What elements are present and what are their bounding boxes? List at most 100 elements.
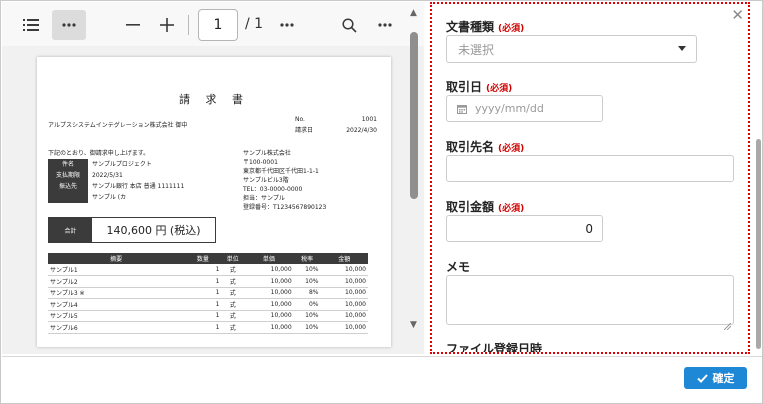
txn-date-label-text: 取引日 <box>446 80 483 94</box>
invoice-no-value: 1001 <box>361 116 377 123</box>
total-label: 合計 <box>49 218 92 242</box>
sender-line: TEL：03-0000-0000 <box>243 186 303 193</box>
table-cell: 式 <box>221 275 245 288</box>
table-cell: 10,000 <box>320 298 368 311</box>
table-header-row: 摘要 数量 単位 単価 税率 金額 <box>48 253 368 264</box>
info-value: 2022/5/31 <box>92 172 123 179</box>
invoice-no-label: No. <box>295 116 305 123</box>
calendar-icon <box>457 104 467 114</box>
registered-date-label: ファイル登録日時 <box>446 342 543 354</box>
column-header: 摘要 <box>48 253 185 264</box>
page-number-input[interactable]: 1 <box>198 9 238 41</box>
table-cell: 10% <box>293 310 321 322</box>
zoom-in-icon[interactable] <box>154 10 180 40</box>
table-cell: サンプル5 <box>48 310 185 322</box>
viewer-toolbar: 1 / 1 <box>2 2 424 46</box>
info-row: サンプル (カ <box>48 192 208 203</box>
sender-line: 〒100-0001 <box>243 159 278 166</box>
required-badge: (必須) <box>498 204 525 214</box>
table-cell: 10,000 <box>320 287 368 299</box>
doc-type-select[interactable]: 未選択 <box>446 35 697 63</box>
resize-handle-icon[interactable] <box>723 315 732 331</box>
confirm-button[interactable]: 確定 <box>684 367 747 389</box>
memo-label: メモ <box>446 260 471 274</box>
more-icon[interactable] <box>274 10 300 40</box>
txn-date-input[interactable]: yyyy/mm/dd <box>446 95 603 122</box>
table-cell: サンプル3 ※ <box>48 287 185 299</box>
scrollbar-thumb[interactable] <box>410 32 418 199</box>
more-icon[interactable] <box>372 10 398 40</box>
table-cell: 10,000 <box>320 264 368 276</box>
table-cell: 10,000 <box>320 275 368 288</box>
info-value: サンプル (カ <box>92 194 127 201</box>
table-cell: 10% <box>293 264 321 276</box>
info-label: 振込先 <box>48 181 88 192</box>
required-badge: (必須) <box>498 144 525 154</box>
table-cell: 1 <box>184 321 222 334</box>
toolbar-divider <box>188 15 189 35</box>
amount-label: 取引金額 (必須) <box>446 198 524 215</box>
zoom-out-icon[interactable] <box>120 10 146 40</box>
table-cell: 10,000 <box>244 298 294 311</box>
viewer-scrollbar[interactable]: ▲ ▼ <box>408 8 420 330</box>
info-value: サンプルプロジェクト <box>92 161 152 168</box>
partner-label-text: 取引先名 <box>446 140 495 154</box>
sender-line: 登録番号：T1234567890123 <box>243 204 327 211</box>
info-row: 支払期限 2022/5/31 <box>48 170 208 181</box>
sender-line: サンプルビル3階 <box>243 177 289 184</box>
table-cell: 式 <box>221 287 245 299</box>
invoice-sender: サンプル株式会社 〒100-0001 東京都千代田区千代田1-1-1 サンプルビ… <box>243 149 326 212</box>
info-label: 件名 <box>48 159 88 170</box>
txn-date-placeholder: yyyy/mm/dd <box>475 102 544 115</box>
check-icon <box>696 373 708 383</box>
invoice-total: 合計 140,600 円 (税込) <box>48 217 216 243</box>
table-cell: サンプル6 <box>48 321 185 334</box>
info-label <box>48 192 88 203</box>
column-header: 税率 <box>293 253 321 264</box>
scroll-up-icon[interactable]: ▲ <box>410 8 417 18</box>
invoice-page: 請 求 書 アルプスシステムインテグレーション株式会社 御中 No. 1001 … <box>37 57 391 347</box>
search-icon[interactable] <box>336 10 362 40</box>
scroll-down-icon[interactable]: ▼ <box>410 320 417 330</box>
sender-line: 担当：サンプル <box>243 195 285 202</box>
txn-date-label: 取引日 (必須) <box>446 78 512 95</box>
table-row: サンプル3 ※ 1 式 10,000 8% 10,000 <box>48 287 368 299</box>
form-scrollbar[interactable] <box>756 139 761 349</box>
table-cell: 10,000 <box>244 287 294 299</box>
table-cell: 式 <box>221 310 245 322</box>
table-cell: 1 <box>184 264 222 276</box>
sender-line: 東京都千代田区千代田1-1-1 <box>243 168 319 175</box>
table-cell: 10,000 <box>244 264 294 276</box>
table-row: サンプル4 1 式 10,000 0% 10,000 <box>48 298 368 311</box>
memo-textarea[interactable] <box>446 275 734 331</box>
table-cell: 0% <box>293 298 321 311</box>
invoice-info: 件名 サンプルプロジェクト 支払期限 2022/5/31 振込先 サンプル銀行 … <box>48 159 208 203</box>
column-header: 金額 <box>320 253 368 264</box>
close-icon[interactable]: ✕ <box>731 8 744 23</box>
invoice-items-table: 摘要 数量 単位 単価 税率 金額 サンプル1 1 式 10,000 10% 1… <box>48 253 368 334</box>
table-cell: 10% <box>293 275 321 288</box>
table-row: サンプル2 1 式 10,000 10% 10,000 <box>48 275 368 288</box>
list-icon[interactable] <box>16 10 46 40</box>
more-icon[interactable] <box>52 10 86 40</box>
table-cell: 10,000 <box>244 275 294 288</box>
total-value: 140,600 円 (税込) <box>106 224 201 237</box>
invoice-title: 請 求 書 <box>179 93 249 106</box>
table-cell: 1 <box>184 287 222 299</box>
table-row: サンプル1 1 式 10,000 10% 10,000 <box>48 264 368 276</box>
partner-input[interactable] <box>446 155 734 182</box>
table-row: サンプル6 1 式 10,000 10% 10,000 <box>48 321 368 334</box>
pdf-viewer: 1 / 1 ▲ ▼ 請 求 書 アルプスシステムインテグレーション株式会社 御中… <box>2 2 424 354</box>
table-cell: 10,000 <box>320 310 368 322</box>
column-header: 単位 <box>221 253 245 264</box>
app-window: 1 / 1 ▲ ▼ 請 求 書 アルプスシステムインテグレーション株式会社 御中… <box>0 0 763 404</box>
amount-input[interactable]: 0 <box>446 215 603 242</box>
column-header: 単価 <box>244 253 294 264</box>
table-cell: サンプル2 <box>48 275 185 288</box>
table-cell: 10,000 <box>244 310 294 322</box>
table-cell: 式 <box>221 298 245 311</box>
info-value: サンプル銀行 本店 普通 1111111 <box>92 183 185 190</box>
table-cell: 1 <box>184 310 222 322</box>
required-badge: (必須) <box>486 84 513 94</box>
metadata-form-panel: ✕ 文書種類 (必須) 未選択 取引日 (必須) yyyy/mm/dd 取引先名 (必… <box>430 2 750 354</box>
